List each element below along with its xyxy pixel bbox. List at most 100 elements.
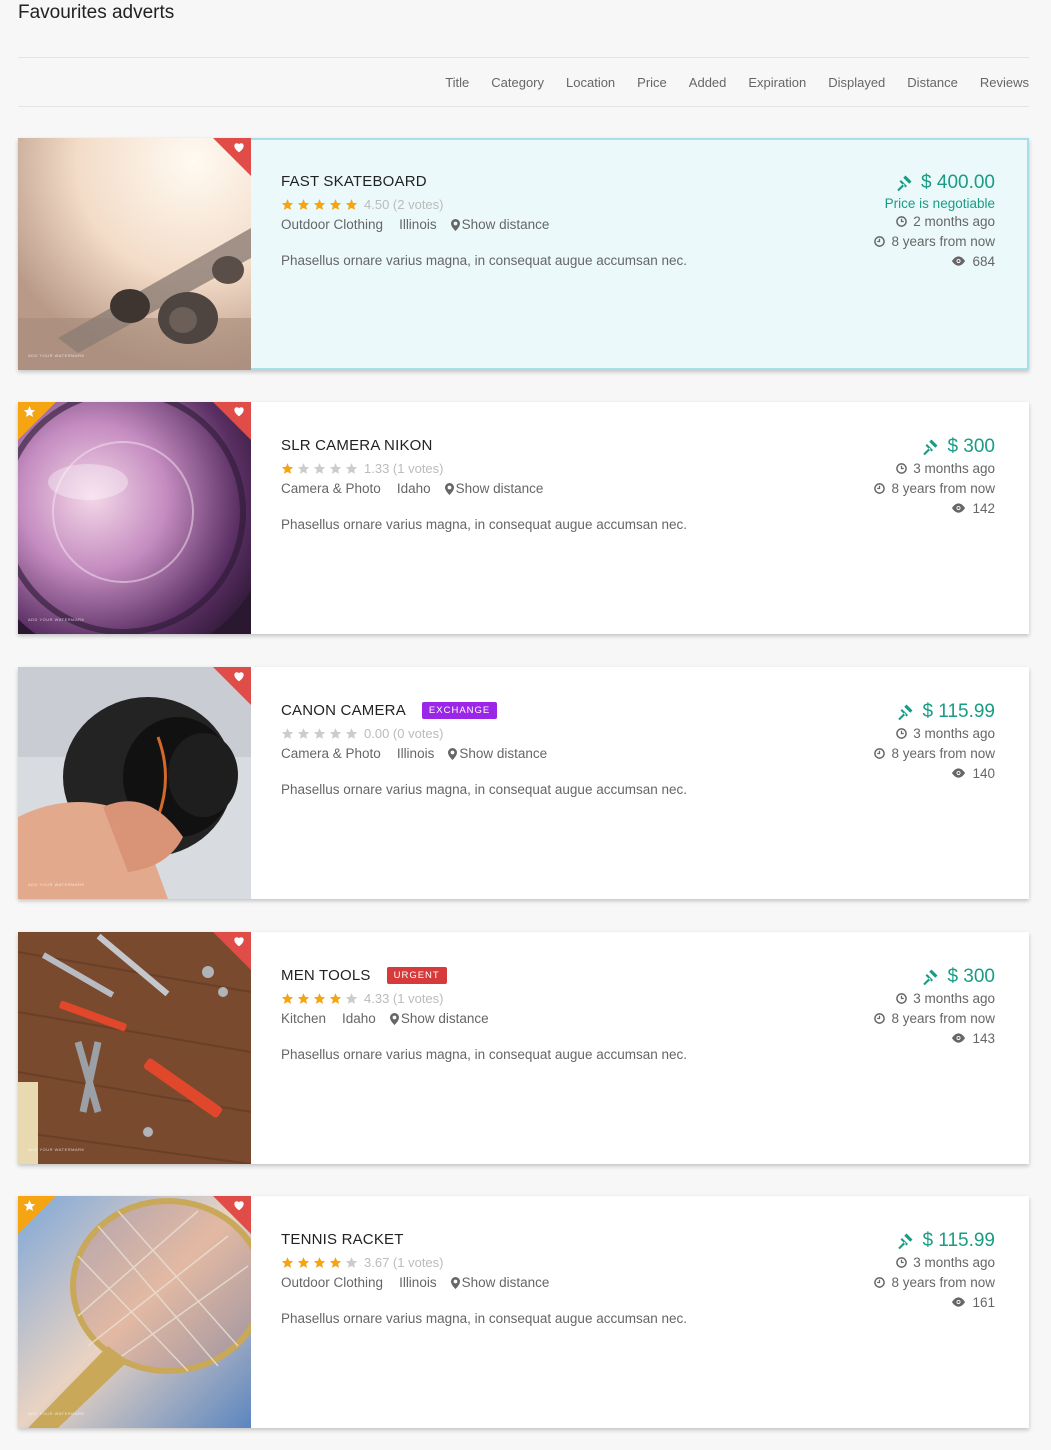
heart-icon[interactable]: [232, 669, 246, 683]
expiration-date: 8 years from now: [874, 478, 995, 498]
star-rating: [281, 992, 358, 1005]
view-count: 143: [874, 1028, 995, 1048]
advert-title-row: TENNIS RACKET: [281, 1231, 404, 1248]
advert-description: Phasellus ornare varius magna, in conseq…: [281, 1311, 687, 1326]
advert-thumbnail[interactable]: ADD YOUR WATERMARK: [18, 667, 251, 899]
star-rating: [281, 198, 358, 211]
map-pin-icon: [448, 747, 458, 760]
advert-title-row: MEN TOOLS URGENT: [281, 967, 447, 984]
star-filled-icon: [281, 463, 294, 474]
star-empty-icon: [329, 463, 342, 474]
advert-title-row: SLR CAMERA NIKON: [281, 437, 433, 454]
advert-title[interactable]: SLR CAMERA NIKON: [281, 437, 433, 454]
rating-row: 4.50 (2 votes): [281, 197, 444, 212]
advert-thumbnail[interactable]: ADD YOUR WATERMARK: [18, 138, 251, 370]
sort-distance[interactable]: Distance: [907, 75, 958, 90]
sort-location[interactable]: Location: [566, 75, 615, 90]
sort-added[interactable]: Added: [689, 75, 727, 90]
eye-icon: [952, 256, 966, 266]
show-distance-link[interactable]: Show distance: [459, 746, 547, 761]
clock-icon: [896, 1256, 908, 1268]
advert-description: Phasellus ornare varius magna, in conseq…: [281, 1047, 687, 1062]
advert-card[interactable]: ADD YOUR WATERMARK MEN TOOLS URGENT 4.33…: [18, 932, 1029, 1164]
advert-card[interactable]: ADD YOUR WATERMARK CANON CAMERA EXCHANGE…: [18, 667, 1029, 899]
advert-category[interactable]: Kitchen: [281, 1011, 326, 1026]
added-date: 3 months ago: [874, 458, 995, 478]
sort-displayed[interactable]: Displayed: [828, 75, 885, 90]
rating-text: 3.67 (1 votes): [364, 1255, 444, 1270]
added-text: 2 months ago: [913, 213, 995, 229]
star-empty-icon: [345, 463, 358, 474]
star-filled-icon: [329, 993, 342, 1004]
advert-location[interactable]: Idaho: [397, 481, 431, 496]
heart-icon[interactable]: [232, 934, 246, 948]
clock-icon: [896, 215, 908, 227]
expiration-text: 8 years from now: [891, 1010, 995, 1026]
star-empty-icon: [281, 728, 294, 739]
clock-icon: [874, 1276, 886, 1288]
star-empty-icon: [297, 728, 310, 739]
price-value: $ 300: [947, 436, 995, 457]
advert-location[interactable]: Illinois: [399, 1275, 437, 1290]
watermark-text: ADD YOUR WATERMARK: [28, 353, 85, 358]
advert-thumbnail[interactable]: ADD YOUR WATERMARK: [18, 1196, 251, 1428]
heart-icon[interactable]: [232, 140, 246, 154]
sort-price[interactable]: Price: [637, 75, 667, 90]
advert-description: Phasellus ornare varius magna, in conseq…: [281, 253, 687, 268]
view-count: 684: [874, 251, 995, 271]
rating-row: 0.00 (0 votes): [281, 726, 444, 741]
views-text: 161: [972, 1294, 995, 1310]
advert-location[interactable]: Idaho: [342, 1011, 376, 1026]
star-filled-icon: [313, 993, 326, 1004]
advert-description: Phasellus ornare varius magna, in conseq…: [281, 517, 687, 532]
added-text: 3 months ago: [913, 460, 995, 476]
star-filled-icon: [313, 199, 326, 210]
added-text: 3 months ago: [913, 1254, 995, 1270]
advert-description: Phasellus ornare varius magna, in conseq…: [281, 782, 687, 797]
star-filled-icon: [297, 199, 310, 210]
advert-location[interactable]: Illinois: [399, 217, 437, 232]
advert-price: $ 300: [874, 966, 995, 988]
show-distance-link[interactable]: Show distance: [456, 481, 544, 496]
advert-meta: Kitchen Idaho Show distance: [281, 1011, 489, 1026]
show-distance-link[interactable]: Show distance: [401, 1011, 489, 1026]
advert-title[interactable]: MEN TOOLS: [281, 967, 371, 984]
views-text: 140: [972, 765, 995, 781]
star-empty-icon: [345, 993, 358, 1004]
advert-location[interactable]: Illinois: [397, 746, 435, 761]
advert-title[interactable]: CANON CAMERA: [281, 702, 406, 719]
advert-price: $ 115.99: [874, 701, 995, 723]
heart-icon[interactable]: [232, 404, 246, 418]
advert-category[interactable]: Camera & Photo: [281, 746, 381, 761]
added-date: 3 months ago: [874, 988, 995, 1008]
advert-category[interactable]: Camera & Photo: [281, 481, 381, 496]
advert-card[interactable]: ADD YOUR WATERMARK FAST SKATEBOARD 4.50 …: [18, 138, 1029, 370]
advert-card[interactable]: ADD YOUR WATERMARK SLR CAMERA NIKON 1.33…: [18, 402, 1029, 634]
heart-icon[interactable]: [232, 1198, 246, 1212]
star-empty-icon: [313, 463, 326, 474]
clock-icon: [874, 235, 886, 247]
views-text: 143: [972, 1030, 995, 1046]
show-distance-link[interactable]: Show distance: [462, 217, 550, 232]
expiration-date: 8 years from now: [874, 231, 995, 251]
sort-category[interactable]: Category: [491, 75, 544, 90]
price-value: $ 400.00: [921, 172, 995, 193]
advert-category[interactable]: Outdoor Clothing: [281, 217, 383, 232]
advert-thumbnail[interactable]: ADD YOUR WATERMARK: [18, 932, 251, 1164]
advert-card[interactable]: ADD YOUR WATERMARK TENNIS RACKET 3.67 (1…: [18, 1196, 1029, 1428]
advert-title[interactable]: TENNIS RACKET: [281, 1231, 404, 1248]
advert-price: $ 115.99: [874, 1230, 995, 1252]
map-pin-icon: [389, 1012, 399, 1025]
advert-title[interactable]: FAST SKATEBOARD: [281, 173, 427, 190]
advert-thumbnail[interactable]: ADD YOUR WATERMARK: [18, 402, 251, 634]
star-empty-icon: [297, 463, 310, 474]
advert-category[interactable]: Outdoor Clothing: [281, 1275, 383, 1290]
sort-title[interactable]: Title: [445, 75, 469, 90]
sort-expiration[interactable]: Expiration: [748, 75, 806, 90]
eye-icon: [952, 768, 966, 778]
show-distance-link[interactable]: Show distance: [462, 1275, 550, 1290]
views-text: 684: [972, 253, 995, 269]
expiration-date: 8 years from now: [874, 743, 995, 763]
featured-star-icon: [23, 406, 36, 417]
sort-reviews[interactable]: Reviews: [980, 75, 1029, 90]
